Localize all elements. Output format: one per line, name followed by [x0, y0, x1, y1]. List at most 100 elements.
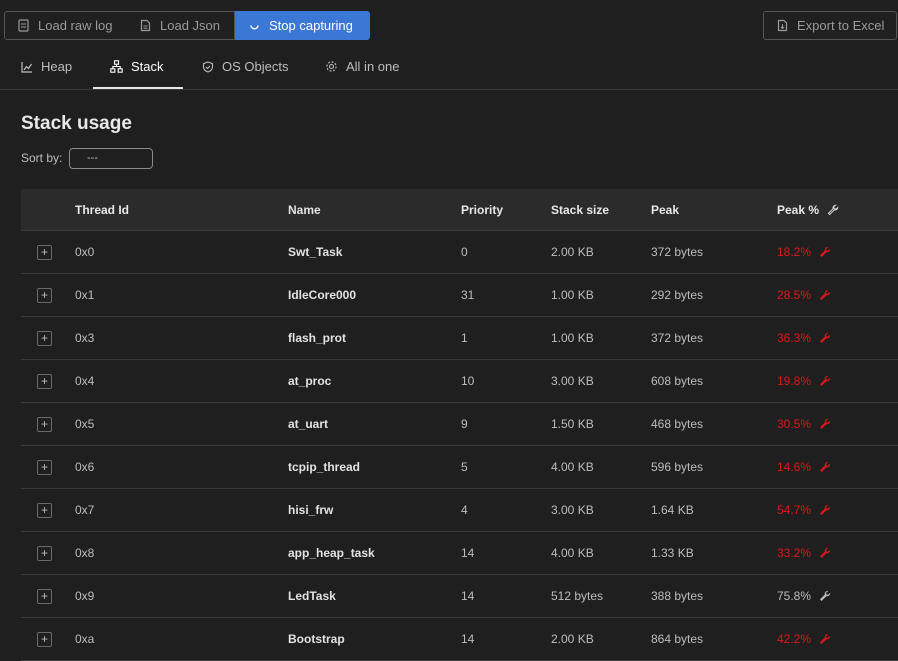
- thread-id-cell: 0x4: [75, 374, 95, 388]
- file-json-icon: [139, 19, 152, 32]
- peak-percent-value: 75.8%: [777, 589, 812, 603]
- table-row: +0x0 Swt_Task 0 2.00 KB 372 bytes 18.2%: [21, 231, 898, 274]
- wrench-icon[interactable]: [819, 289, 831, 301]
- expand-cell: +: [37, 575, 52, 617]
- peak-cell: 1.33 KB: [651, 546, 694, 560]
- priority-cell: 14: [461, 546, 475, 560]
- expand-cell: +: [37, 403, 52, 445]
- wrench-icon[interactable]: [819, 246, 831, 258]
- export-excel-label: Export to Excel: [797, 18, 885, 33]
- priority-cell: 4: [461, 503, 468, 517]
- table-row: +0x5 at_uart 9 1.50 KB 468 bytes 30.5%: [21, 403, 898, 446]
- stop-capturing-label: Stop capturing: [269, 18, 353, 33]
- name-cell: at_proc: [288, 374, 332, 388]
- expand-cell: +: [37, 274, 52, 316]
- column-name[interactable]: Name: [288, 189, 321, 231]
- expand-row-button[interactable]: +: [37, 631, 52, 647]
- expand-cell: +: [37, 532, 52, 574]
- name-cell: at_uart: [288, 417, 329, 431]
- sort-select[interactable]: ---: [69, 148, 153, 169]
- peak-percent-cell: 30.5%: [777, 403, 831, 445]
- peak-percent-cell: 19.8%: [777, 360, 831, 402]
- thread-id-cell: 0xa: [75, 632, 95, 646]
- tab-heap[interactable]: Heap: [21, 44, 72, 89]
- table-row: +0x1 IdleCore000 31 1.00 KB 292 bytes 28.5%: [21, 274, 898, 317]
- wrench-icon[interactable]: [819, 375, 831, 387]
- priority-cell: 14: [461, 632, 475, 646]
- tab-stack[interactable]: Stack: [110, 44, 164, 89]
- thread-id-cell: 0x6: [75, 460, 95, 474]
- expand-row-button[interactable]: +: [37, 588, 52, 604]
- priority-cell: 14: [461, 589, 475, 603]
- table-row: +0xa Bootstrap 14 2.00 KB 864 bytes 42.2%: [21, 618, 898, 661]
- column-stack-size[interactable]: Stack size: [551, 189, 609, 231]
- peak-cell: 864 bytes: [651, 632, 704, 646]
- toolbar: Load raw log Load Json Stop capturing Ex…: [0, 0, 898, 44]
- tab-heap-label: Heap: [41, 59, 73, 74]
- wrench-icon[interactable]: [819, 504, 831, 516]
- stack-size-cell: 1.00 KB: [551, 288, 594, 302]
- expand-row-button[interactable]: +: [37, 459, 52, 475]
- priority-cell: 31: [461, 288, 475, 302]
- peak-percent-cell: 14.6%: [777, 446, 831, 488]
- wrench-icon[interactable]: [819, 547, 831, 559]
- expand-row-button[interactable]: +: [37, 416, 52, 432]
- expand-row-button[interactable]: +: [37, 287, 52, 303]
- expand-cell: +: [37, 317, 52, 359]
- thread-id-cell: 0x9: [75, 589, 95, 603]
- load-json-label: Load Json: [160, 18, 220, 33]
- expand-row-button[interactable]: +: [37, 330, 52, 346]
- thread-id-cell: 0x0: [75, 245, 95, 259]
- priority-cell: 0: [461, 245, 468, 259]
- expand-row-button[interactable]: +: [37, 545, 52, 561]
- file-log-icon: [17, 19, 30, 32]
- peak-cell: 1.64 KB: [651, 503, 694, 517]
- expand-cell: +: [37, 446, 52, 488]
- peak-percent-value: 42.2%: [777, 632, 812, 646]
- tab-os-objects[interactable]: OS Objects: [202, 44, 288, 89]
- shield-icon: [202, 60, 214, 73]
- peak-percent-value: 36.3%: [777, 331, 812, 345]
- expand-cell: +: [37, 618, 52, 660]
- wrench-icon[interactable]: [827, 204, 839, 216]
- peak-percent-cell: 75.8%: [777, 575, 831, 617]
- expand-row-button[interactable]: +: [37, 502, 52, 518]
- tab-os-objects-label: OS Objects: [222, 59, 289, 74]
- table-row: +0x9 LedTask 14 512 bytes 388 bytes 75.8%: [21, 575, 898, 618]
- stop-capturing-button[interactable]: Stop capturing: [235, 11, 370, 40]
- tab-stack-label: Stack: [131, 59, 164, 74]
- table-row: +0x7 hisi_frw 4 3.00 KB 1.64 KB 54.7%: [21, 489, 898, 532]
- thread-id-cell: 0x5: [75, 417, 95, 431]
- expand-row-button[interactable]: +: [37, 244, 52, 260]
- tab-bar: Heap Stack OS Objects All in one: [0, 44, 898, 90]
- stack-size-cell: 512 bytes: [551, 589, 604, 603]
- peak-percent-value: 14.6%: [777, 460, 812, 474]
- table-row: +0x4 at_proc 10 3.00 KB 608 bytes 19.8%: [21, 360, 898, 403]
- table-row: +0x6 tcpip_thread 5 4.00 KB 596 bytes 14.6%: [21, 446, 898, 489]
- wrench-icon[interactable]: [819, 633, 831, 645]
- wrench-icon[interactable]: [819, 418, 831, 430]
- wrench-icon[interactable]: [819, 332, 831, 344]
- column-priority[interactable]: Priority: [461, 189, 503, 231]
- tab-all-in-one[interactable]: All in one: [325, 44, 399, 89]
- chart-icon: [21, 61, 33, 73]
- export-excel-button[interactable]: Export to Excel: [763, 11, 897, 40]
- column-peak[interactable]: Peak: [651, 189, 679, 231]
- wrench-icon[interactable]: [819, 461, 831, 473]
- name-cell: tcpip_thread: [288, 460, 361, 474]
- priority-cell: 1: [461, 331, 468, 345]
- file-export-icon: [776, 19, 789, 32]
- peak-percent-value: 33.2%: [777, 546, 812, 560]
- peak-percent-cell: 28.5%: [777, 274, 831, 316]
- stack-size-cell: 1.50 KB: [551, 417, 594, 431]
- page-title: Stack usage: [21, 113, 132, 134]
- load-raw-log-button[interactable]: Load raw log: [4, 11, 128, 40]
- stack-size-cell: 1.00 KB: [551, 331, 594, 345]
- table-body: +0x0 Swt_Task 0 2.00 KB 372 bytes 18.2% +0x1 Id…: [21, 231, 898, 661]
- column-peak-percent[interactable]: Peak %: [777, 189, 839, 231]
- stack-size-cell: 2.00 KB: [551, 632, 594, 646]
- column-thread-id[interactable]: Thread Id: [75, 189, 129, 231]
- expand-row-button[interactable]: +: [37, 373, 52, 389]
- wrench-icon[interactable]: [819, 590, 831, 602]
- load-json-button[interactable]: Load Json: [127, 11, 235, 40]
